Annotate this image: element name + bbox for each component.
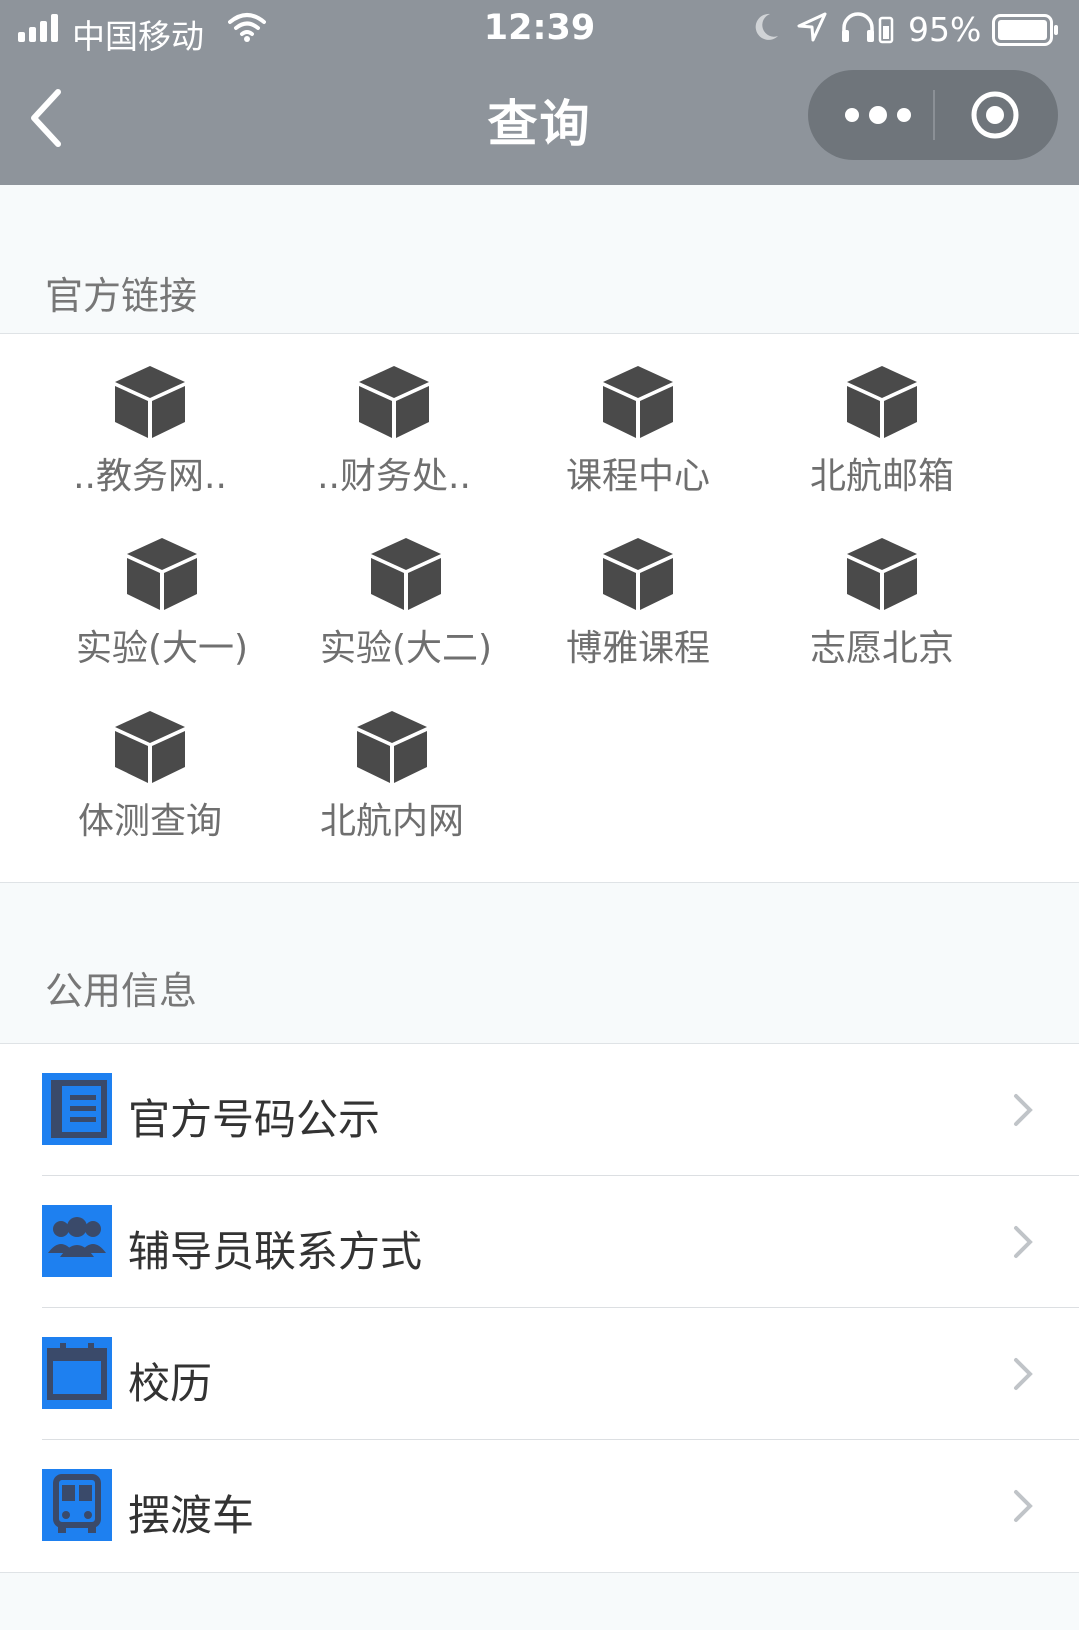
list-item-label: 官方号码公示 xyxy=(128,1095,381,1144)
grid-item-course-center[interactable]: 课程中心 xyxy=(516,334,760,499)
cube-icon xyxy=(125,536,199,612)
list-item-label: 辅导员联系方式 xyxy=(128,1227,423,1276)
section-label-public-info: 公用信息 xyxy=(45,969,198,1013)
grid-item-volunteer[interactable]: 志愿北京 xyxy=(760,506,1004,671)
list-item-school-calendar[interactable]: 校历 xyxy=(0,1308,1079,1440)
list-item-counselor-contacts[interactable]: 辅导员联系方式 xyxy=(0,1176,1079,1308)
grid-item-lab-year1[interactable]: 实验(大一) xyxy=(40,506,284,671)
cube-icon xyxy=(355,709,429,785)
cube-icon xyxy=(357,364,431,440)
grid-item-label: ..财务处.. xyxy=(317,456,471,497)
grid-item-label: 博雅课程 xyxy=(565,628,710,669)
cube-icon xyxy=(113,709,187,785)
battery-icon xyxy=(992,14,1058,46)
cube-icon xyxy=(601,536,675,612)
status-bar: 中国移动 12:39 95% xyxy=(0,0,1079,62)
calendar-icon xyxy=(42,1337,112,1409)
cube-icon xyxy=(845,536,919,612)
capsule-divider xyxy=(933,90,935,140)
grid-item-lab-year2[interactable]: 实验(大二) xyxy=(284,506,528,671)
chevron-right-icon xyxy=(1014,1358,1033,1390)
cube-icon xyxy=(113,364,187,440)
grid-item-mail[interactable]: 北航邮箱 xyxy=(760,334,1004,499)
grid-item-label: 北航内网 xyxy=(319,801,464,842)
list-item-label: 摆渡车 xyxy=(128,1491,255,1540)
grid-item-label: 课程中心 xyxy=(565,456,710,497)
list-item-label: 校历 xyxy=(128,1359,213,1408)
battery-percent: 95% xyxy=(908,10,982,49)
grid-item-label: ..教务网.. xyxy=(73,456,227,497)
grid-item-intranet[interactable]: 北航内网 xyxy=(270,679,514,844)
capsule-menu xyxy=(808,70,1058,160)
grid-item-label: 志愿北京 xyxy=(809,628,954,669)
grid-item-label: 实验(大一) xyxy=(75,628,249,669)
group-icon xyxy=(42,1205,112,1277)
cube-icon xyxy=(369,536,443,612)
chevron-right-icon xyxy=(1014,1490,1033,1522)
grid-item-boya[interactable]: 博雅课程 xyxy=(516,506,760,671)
official-links-grid: ..教务网.. ..财务处.. 课程中心 北航邮箱 实验(大一) 实验(大二) xyxy=(0,333,1079,883)
list-item-shuttle-bus[interactable]: 摆渡车 xyxy=(0,1440,1079,1572)
cube-icon xyxy=(601,364,675,440)
grid-item-label: 体测查询 xyxy=(77,801,222,842)
top-bar: 中国移动 12:39 95% 查询 xyxy=(0,0,1079,185)
more-icon[interactable] xyxy=(838,90,918,140)
close-target-icon[interactable] xyxy=(970,90,1020,140)
grid-item-caiwu[interactable]: ..财务处.. xyxy=(272,334,516,499)
bus-icon xyxy=(42,1469,112,1541)
chevron-right-icon xyxy=(1014,1226,1033,1258)
section-label-official-links: 官方链接 xyxy=(45,274,198,318)
list-item-official-numbers[interactable]: 官方号码公示 xyxy=(0,1044,1079,1176)
public-info-list: 官方号码公示 辅导员联系方式 校历 摆渡车 xyxy=(0,1043,1079,1573)
moon-icon xyxy=(755,13,778,40)
headphones-icon xyxy=(842,12,894,44)
chevron-right-icon xyxy=(1014,1094,1033,1126)
grid-item-jiaowu[interactable]: ..教务网.. xyxy=(28,334,272,499)
document-list-icon xyxy=(42,1073,112,1145)
cube-icon xyxy=(845,364,919,440)
grid-item-label: 实验(大二) xyxy=(319,628,493,669)
location-arrow-icon xyxy=(797,12,827,42)
grid-item-label: 北航邮箱 xyxy=(809,456,954,497)
grid-item-fitness[interactable]: 体测查询 xyxy=(28,679,272,844)
